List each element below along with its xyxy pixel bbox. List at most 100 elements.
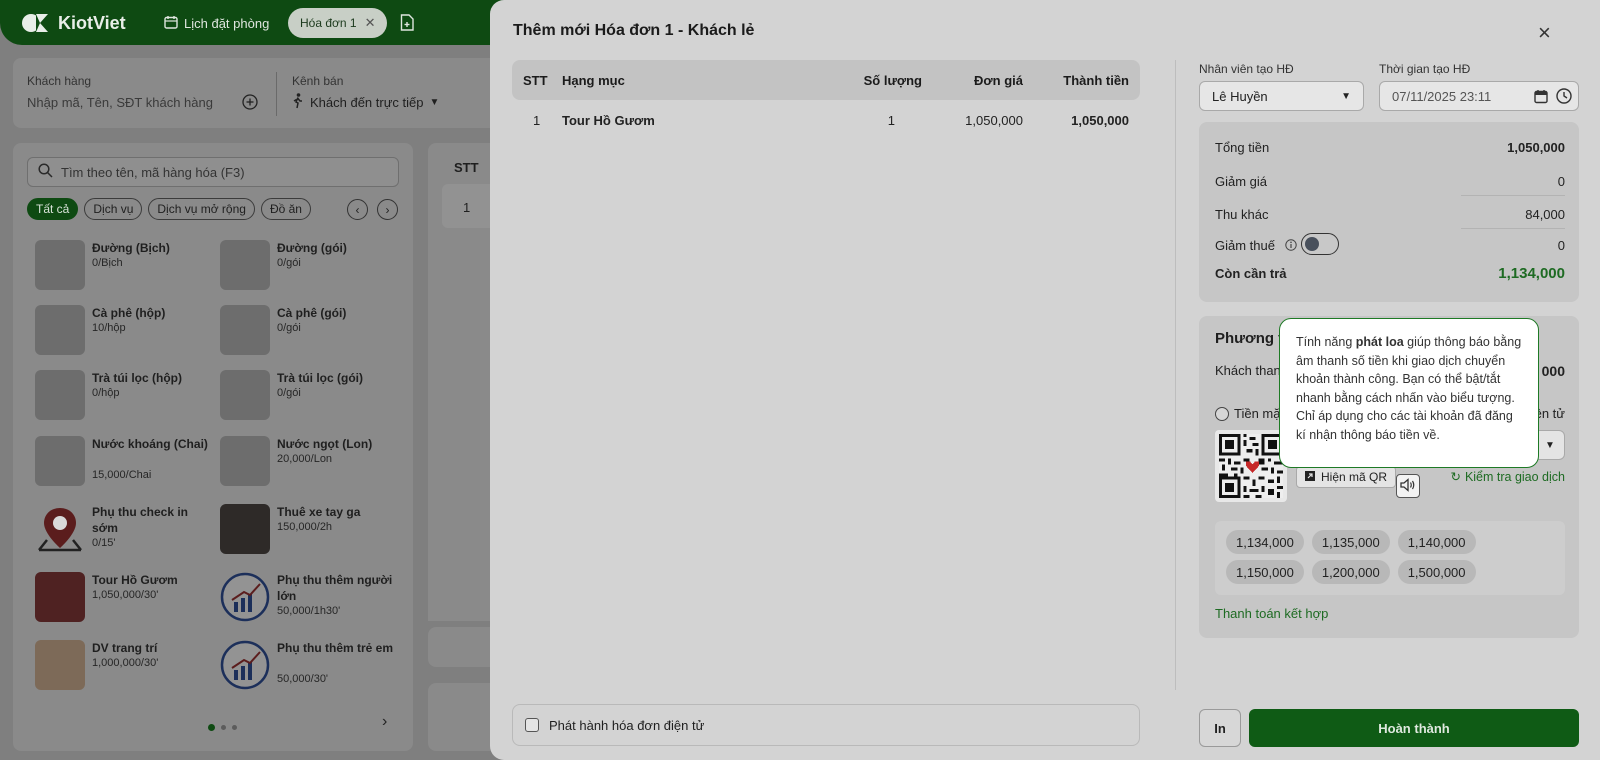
- order-stt-header: STT: [454, 160, 479, 175]
- filter-chip-food[interactable]: Đồ ăn: [260, 198, 311, 220]
- tab-invoice-1[interactable]: Hóa đơn 1 ✕: [288, 8, 388, 38]
- einvoice-label: Phát hành hóa đơn điện tử: [549, 717, 705, 733]
- product-card[interactable]: Cà phê (gói) 0/gói: [220, 305, 400, 365]
- channel-select[interactable]: Khách đến trực tiếp ▼: [292, 93, 439, 112]
- print-button[interactable]: In: [1199, 709, 1241, 747]
- product-card[interactable]: Nước khoáng (Chai) 15,000/Chai: [35, 436, 215, 496]
- row-stt: 1: [533, 113, 541, 128]
- product-price: 10/hộp: [92, 322, 126, 334]
- tax-toggle[interactable]: [1301, 233, 1339, 255]
- other-fee-label: Thu khác: [1215, 207, 1269, 222]
- customer-search-input[interactable]: Nhập mã, Tên, SĐT khách hàng: [27, 95, 213, 110]
- einvoice-checkbox[interactable]: [525, 718, 539, 732]
- calendar-icon[interactable]: [1534, 89, 1548, 107]
- discount-value[interactable]: 0: [1558, 174, 1565, 189]
- filter-chip-service[interactable]: Dịch vụ: [84, 198, 143, 220]
- app-logo[interactable]: KiotViet: [22, 10, 126, 36]
- close-icon[interactable]: ×: [1538, 20, 1551, 46]
- quick-amount-button[interactable]: 1,140,000: [1397, 530, 1476, 554]
- product-card[interactable]: Trà túi lọc (hộp) 0/hộp: [35, 370, 215, 430]
- tax-label: Giảm thuế: [1215, 238, 1275, 253]
- cash-option[interactable]: Tiền mặ: [1215, 406, 1280, 421]
- product-placeholder-icon: [220, 370, 270, 420]
- page-dot-active[interactable]: [208, 724, 215, 731]
- qr-code[interactable]: [1215, 430, 1287, 502]
- filter-chip-all[interactable]: Tất cả: [27, 198, 79, 220]
- filter-prev-button[interactable]: ‹: [347, 199, 368, 220]
- customer-label: Khách hàng: [27, 74, 92, 88]
- quick-amount-button[interactable]: 1,150,000: [1226, 560, 1304, 584]
- add-invoice-icon[interactable]: [400, 14, 414, 34]
- payment-title: Phương t: [1215, 330, 1284, 347]
- time-value: 07/11/2025 23:11: [1392, 88, 1492, 104]
- product-price: 0/gói: [277, 387, 301, 399]
- page-dot[interactable]: [221, 725, 226, 730]
- product-card[interactable]: Tour Hồ Gươm 1,050,000/30': [35, 572, 215, 632]
- show-qr-label: Hiện mã QR: [1321, 470, 1388, 484]
- product-card[interactable]: Đường (gói) 0/gói: [220, 240, 400, 300]
- complete-button[interactable]: Hoàn thành: [1249, 709, 1579, 747]
- divider: [1461, 195, 1565, 196]
- combined-payment-link[interactable]: Thanh toán kết hợp: [1215, 606, 1328, 621]
- quick-amounts: 1,134,000 1,135,000 1,140,000 1,150,000 …: [1215, 521, 1565, 595]
- info-icon[interactable]: [1285, 239, 1297, 254]
- tab-label: Hóa đơn 1: [300, 16, 357, 30]
- col-stt: STT: [523, 73, 548, 88]
- product-card[interactable]: Cà phê (hộp) 10/hộp: [35, 305, 215, 365]
- check-transaction-link[interactable]: ↻ Kiểm tra giao dịch: [1450, 469, 1565, 485]
- product-card[interactable]: Thuê xe tay ga 150,000/2h: [220, 504, 400, 564]
- filter-next-button[interactable]: ›: [377, 199, 398, 220]
- nav-booking-calendar[interactable]: Lịch đặt phòng: [164, 15, 269, 32]
- product-card[interactable]: Phụ thu check in sớm 0/15': [35, 504, 215, 564]
- speaker-toggle-button[interactable]: [1396, 474, 1420, 498]
- tax-value: 0: [1557, 238, 1565, 253]
- next-page-icon[interactable]: ›: [382, 713, 387, 731]
- product-name: Nước ngọt (Lon): [277, 437, 373, 451]
- account-select-chevron[interactable]: ▼: [1535, 430, 1565, 460]
- due-row: Còn cần trả 1,134,000: [1215, 265, 1565, 282]
- search-icon: [38, 163, 53, 181]
- pagination-dots[interactable]: [208, 724, 237, 731]
- other-fee-row[interactable]: Thu khác 84,000: [1215, 207, 1565, 222]
- staff-select[interactable]: Lê Huyền ▼: [1199, 81, 1364, 111]
- product-card[interactable]: Trà túi lọc (gói) 0/gói: [220, 370, 400, 430]
- total-label: Tổng tiền: [1215, 140, 1270, 155]
- quick-amount-button[interactable]: 1,134,000: [1226, 530, 1304, 554]
- einvoice-option[interactable]: Phát hành hóa đơn điện tử: [512, 704, 1140, 746]
- discount-row[interactable]: Giảm giá 0: [1215, 174, 1565, 189]
- tooltip-prefix: Tính năng: [1296, 335, 1356, 349]
- growth-chart-icon: [220, 640, 270, 690]
- other-fee-value[interactable]: 84,000: [1525, 207, 1565, 222]
- product-card[interactable]: Phụ thu thêm người lớn 50,000/1h30': [220, 572, 400, 632]
- cash-radio[interactable]: [1215, 406, 1229, 421]
- scooter-photo: [220, 504, 270, 554]
- row-item: Tour Hồ Gươm: [562, 113, 655, 128]
- product-card[interactable]: Đường (Bịch) 0/Bịch: [35, 240, 215, 300]
- quick-amount-button[interactable]: 1,500,000: [1397, 560, 1476, 584]
- clock-icon[interactable]: [1556, 88, 1572, 107]
- tooltip-text: giúp thông báo bằng âm thanh số tiền khi…: [1296, 335, 1522, 442]
- time-input[interactable]: 07/11/2025 23:11: [1379, 81, 1579, 111]
- check-transaction-label: Kiểm tra giao dịch: [1464, 469, 1565, 484]
- page-dot[interactable]: [232, 725, 237, 730]
- product-name: Cà phê (hộp): [92, 306, 166, 320]
- product-card[interactable]: Nước ngọt (Lon) 20,000/Lon: [220, 436, 400, 496]
- walking-person-icon: [292, 93, 304, 112]
- quick-amount-button[interactable]: 1,135,000: [1311, 530, 1390, 554]
- col-price: Đơn giá: [974, 73, 1023, 88]
- filter-chip-extended-service[interactable]: Dịch vụ mở rộng: [148, 198, 255, 220]
- product-price: 0/gói: [277, 322, 301, 334]
- chevron-down-icon: ▼: [1341, 90, 1351, 102]
- col-qty: Số lượng: [863, 73, 922, 88]
- table-row[interactable]: 1 Tour Hồ Gươm 1 1,050,000 1,050,000: [512, 100, 1140, 140]
- kiotviet-logo-icon: [22, 10, 50, 36]
- product-search-input[interactable]: Tìm theo tên, mã hàng hóa (F3): [27, 157, 399, 187]
- customer-pay-value[interactable]: 000: [1542, 363, 1565, 379]
- product-card[interactable]: Phụ thu thêm trẻ em 50,000/30': [220, 640, 400, 700]
- product-card[interactable]: DV trang trí 1,000,000/30': [35, 640, 215, 700]
- quick-amount-button[interactable]: 1,200,000: [1311, 560, 1390, 584]
- channel-value: Khách đến trực tiếp: [310, 95, 424, 110]
- add-customer-icon[interactable]: [242, 94, 258, 113]
- show-qr-button[interactable]: Hiện mã QR: [1296, 466, 1397, 488]
- close-tab-icon[interactable]: ✕: [365, 15, 376, 31]
